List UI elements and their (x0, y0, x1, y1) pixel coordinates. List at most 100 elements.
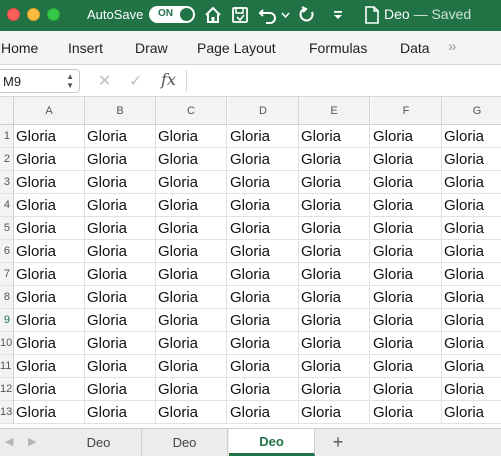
row-header-13[interactable]: 13 (0, 401, 14, 424)
cell-d5[interactable]: Gloria (228, 217, 299, 240)
cell-d6[interactable]: Gloria (228, 240, 299, 263)
confirm-edit-icon[interactable]: ✓ (129, 71, 142, 91)
select-all-corner[interactable] (0, 97, 14, 125)
cell-c6[interactable]: Gloria (156, 240, 227, 263)
column-header-e[interactable]: E (299, 97, 370, 125)
row-header-1[interactable]: 1 (0, 125, 14, 148)
cell-c12[interactable]: Gloria (156, 378, 227, 401)
cell-b1[interactable]: Gloria (85, 125, 156, 148)
cell-f1[interactable]: Gloria (371, 125, 442, 148)
cell-e11[interactable]: Gloria (299, 355, 370, 378)
cell-e4[interactable]: Gloria (299, 194, 370, 217)
cell-e12[interactable]: Gloria (299, 378, 370, 401)
cell-g7[interactable]: Gloria (442, 263, 501, 286)
cell-g1[interactable]: Gloria (442, 125, 501, 148)
save-icon[interactable] (231, 4, 249, 26)
cell-f11[interactable]: Gloria (371, 355, 442, 378)
cell-b10[interactable]: Gloria (85, 332, 156, 355)
cell-a10[interactable]: Gloria (14, 332, 85, 355)
cell-g3[interactable]: Gloria (442, 171, 501, 194)
cell-g10[interactable]: Gloria (442, 332, 501, 355)
cell-d3[interactable]: Gloria (228, 171, 299, 194)
cell-c2[interactable]: Gloria (156, 148, 227, 171)
row-header-2[interactable]: 2 (0, 148, 14, 171)
cell-d2[interactable]: Gloria (228, 148, 299, 171)
sheet-tab[interactable]: Deo (142, 429, 228, 456)
cell-d4[interactable]: Gloria (228, 194, 299, 217)
cell-d8[interactable]: Gloria (228, 286, 299, 309)
row-header-5[interactable]: 5 (0, 217, 14, 240)
cell-f4[interactable]: Gloria (371, 194, 442, 217)
cell-g6[interactable]: Gloria (442, 240, 501, 263)
cell-e1[interactable]: Gloria (299, 125, 370, 148)
row-header-9[interactable]: 9 (0, 309, 14, 332)
cell-e3[interactable]: Gloria (299, 171, 370, 194)
cell-d11[interactable]: Gloria (228, 355, 299, 378)
cell-c8[interactable]: Gloria (156, 286, 227, 309)
cell-a8[interactable]: Gloria (14, 286, 85, 309)
tab-draw[interactable]: Draw (135, 40, 168, 56)
column-header-d[interactable]: D (228, 97, 299, 125)
cell-b11[interactable]: Gloria (85, 355, 156, 378)
cell-b13[interactable]: Gloria (85, 401, 156, 424)
cell-c11[interactable]: Gloria (156, 355, 227, 378)
scroll-tabs-right-icon[interactable]: ▶ (28, 435, 36, 448)
name-box[interactable]: M9 ▲ ▼ (0, 69, 80, 93)
column-header-f[interactable]: F (371, 97, 442, 125)
cell-a4[interactable]: Gloria (14, 194, 85, 217)
cell-d10[interactable]: Gloria (228, 332, 299, 355)
cell-e2[interactable]: Gloria (299, 148, 370, 171)
sheet-tab-active[interactable]: Deo (229, 429, 315, 456)
cell-g9[interactable]: Gloria (442, 309, 501, 332)
cell-c13[interactable]: Gloria (156, 401, 227, 424)
cell-f12[interactable]: Gloria (371, 378, 442, 401)
row-header-4[interactable]: 4 (0, 194, 14, 217)
cell-a9[interactable]: Gloria (14, 309, 85, 332)
cell-g4[interactable]: Gloria (442, 194, 501, 217)
cell-b6[interactable]: Gloria (85, 240, 156, 263)
cell-f9[interactable]: Gloria (371, 309, 442, 332)
cell-a3[interactable]: Gloria (14, 171, 85, 194)
row-header-3[interactable]: 3 (0, 171, 14, 194)
cell-f3[interactable]: Gloria (371, 171, 442, 194)
formula-input[interactable] (190, 69, 501, 93)
cell-e5[interactable]: Gloria (299, 217, 370, 240)
cell-d12[interactable]: Gloria (228, 378, 299, 401)
cell-b12[interactable]: Gloria (85, 378, 156, 401)
cell-f7[interactable]: Gloria (371, 263, 442, 286)
tab-insert[interactable]: Insert (68, 40, 103, 56)
row-header-6[interactable]: 6 (0, 240, 14, 263)
tab-data[interactable]: Data (400, 40, 430, 56)
cell-c1[interactable]: Gloria (156, 125, 227, 148)
column-header-g[interactable]: G (442, 97, 501, 125)
column-header-b[interactable]: B (85, 97, 156, 125)
cell-c4[interactable]: Gloria (156, 194, 227, 217)
cell-f13[interactable]: Gloria (371, 401, 442, 424)
cell-g5[interactable]: Gloria (442, 217, 501, 240)
more-tabs-chevron-icon[interactable]: » (448, 38, 456, 55)
redo-icon[interactable] (298, 4, 316, 26)
column-header-c[interactable]: C (156, 97, 227, 125)
cell-g12[interactable]: Gloria (442, 378, 501, 401)
customize-toolbar-icon[interactable] (333, 4, 343, 26)
autosave-toggle[interactable]: ON (149, 6, 195, 23)
cell-e10[interactable]: Gloria (299, 332, 370, 355)
cell-e13[interactable]: Gloria (299, 401, 370, 424)
name-box-stepper-icon[interactable]: ▲ ▼ (66, 72, 74, 90)
home-icon[interactable] (204, 4, 222, 26)
minimize-window-button[interactable] (27, 8, 40, 21)
cell-a6[interactable]: Gloria (14, 240, 85, 263)
cell-a11[interactable]: Gloria (14, 355, 85, 378)
cell-a1[interactable]: Gloria (14, 125, 85, 148)
undo-icon[interactable] (258, 4, 278, 26)
sheet-tab[interactable]: Deo (56, 429, 142, 456)
cell-g11[interactable]: Gloria (442, 355, 501, 378)
row-header-8[interactable]: 8 (0, 286, 14, 309)
cell-e7[interactable]: Gloria (299, 263, 370, 286)
tab-home[interactable]: Home (1, 40, 38, 56)
cell-b4[interactable]: Gloria (85, 194, 156, 217)
cancel-edit-icon[interactable]: ✕ (98, 71, 111, 91)
cell-e8[interactable]: Gloria (299, 286, 370, 309)
cell-c5[interactable]: Gloria (156, 217, 227, 240)
cell-b5[interactable]: Gloria (85, 217, 156, 240)
